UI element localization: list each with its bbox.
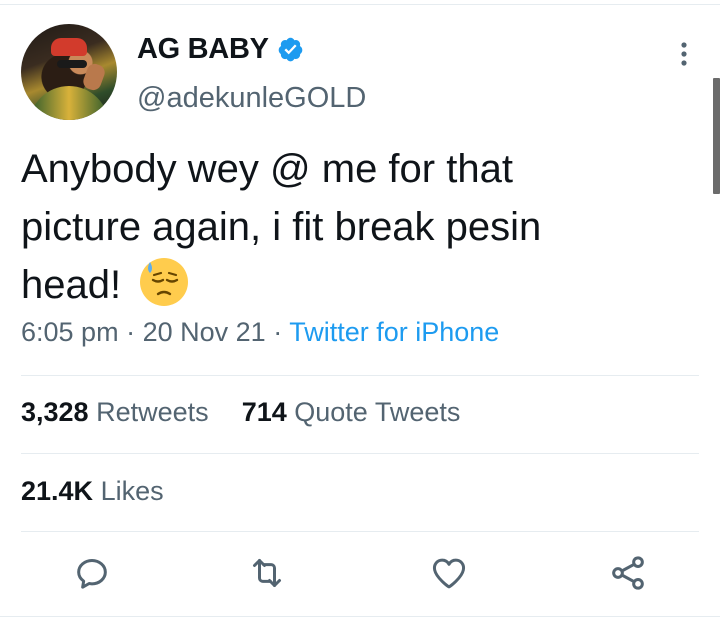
author-name-row[interactable]: AG BABY <box>137 33 304 66</box>
like-icon[interactable] <box>429 553 469 593</box>
tweet-text: Anybody wey @ me for that picture again,… <box>21 140 641 314</box>
retweets-stat[interactable]: 3,328 Retweets <box>21 397 216 427</box>
tweet-date[interactable]: 20 Nov 21 <box>143 317 266 347</box>
likes-count: 21.4K <box>21 476 94 506</box>
top-divider <box>0 4 720 5</box>
verified-badge-icon <box>278 37 302 62</box>
downcast-face-with-sweat-icon <box>140 258 189 306</box>
retweet-stats: 3,328 Retweets 714 Quote Tweets <box>21 397 460 428</box>
more-options-icon[interactable] <box>676 40 692 68</box>
avatar-hat <box>51 38 87 56</box>
reply-icon[interactable] <box>72 553 112 593</box>
avatar-glasses <box>57 60 87 68</box>
tweet-time[interactable]: 6:05 pm <box>21 317 119 347</box>
divider <box>21 375 699 376</box>
divider <box>21 531 699 532</box>
divider <box>21 453 699 454</box>
likes-stats[interactable]: 21.4K Likes <box>21 476 164 507</box>
tweet-source-link[interactable]: Twitter for iPhone <box>289 317 499 347</box>
meta-separator: · <box>273 317 283 347</box>
retweet-icon[interactable] <box>247 553 287 593</box>
quote-tweets-count: 714 <box>241 397 287 427</box>
avatar[interactable] <box>21 24 117 120</box>
retweets-count: 3,328 <box>21 397 89 427</box>
display-name[interactable]: AG BABY <box>137 33 269 66</box>
author-handle[interactable]: @adekunleGOLD <box>137 82 366 115</box>
quote-tweets-stat[interactable]: 714 Quote Tweets <box>242 397 461 427</box>
avatar-shirt <box>29 86 109 120</box>
meta-separator: · <box>126 317 136 347</box>
share-icon[interactable] <box>608 553 648 593</box>
tweet-body: Anybody wey @ me for that picture again,… <box>21 147 542 307</box>
tweet-meta: 6:05 pm · 20 Nov 21 · Twitter for iPhone <box>21 317 499 348</box>
quote-tweets-label: Quote Tweets <box>294 397 461 427</box>
bottom-divider <box>0 616 720 617</box>
likes-label: Likes <box>100 476 164 506</box>
retweets-label: Retweets <box>96 397 209 427</box>
scrollbar[interactable] <box>713 78 720 194</box>
action-bar <box>0 553 720 597</box>
